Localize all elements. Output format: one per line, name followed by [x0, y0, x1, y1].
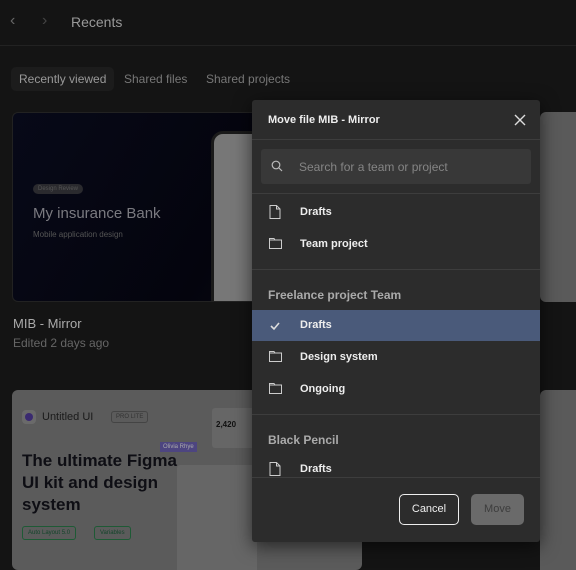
- section-title: Black Pencil: [268, 433, 339, 447]
- file-icon: [269, 205, 281, 219]
- brand-name: Untitled UI: [42, 411, 94, 423]
- pro-badge: PRO LITE: [111, 411, 149, 423]
- destination-drafts[interactable]: Drafts: [252, 197, 540, 228]
- folder-icon: [269, 383, 282, 394]
- file-card-thumbnail[interactable]: [540, 112, 576, 302]
- move-file-dialog: Move file MIB - Mirror Drafts Team proje…: [252, 100, 540, 542]
- file-card-thumbnail[interactable]: [540, 390, 576, 570]
- section-title: Freelance project Team: [268, 288, 402, 302]
- file-icon: [269, 462, 281, 476]
- chip: Auto Layout 5.0: [22, 526, 77, 540]
- search-input[interactable]: [299, 149, 524, 184]
- back-button[interactable]: ‹: [10, 12, 15, 30]
- destination-ongoing[interactable]: Ongoing: [252, 374, 540, 405]
- thumbnail-subtitle: Mobile application design: [33, 230, 123, 239]
- cancel-button[interactable]: Cancel: [399, 494, 459, 525]
- destination-freelance-drafts[interactable]: Drafts: [252, 310, 540, 341]
- chip: Variables: [94, 526, 131, 540]
- thumbnail-badge: Design Review: [33, 184, 84, 194]
- check-icon: [270, 322, 280, 331]
- folder-icon: [269, 351, 282, 362]
- tab-shared-files[interactable]: Shared files: [116, 67, 195, 91]
- tab-recently-viewed[interactable]: Recently viewed: [11, 67, 115, 91]
- thumbnail-title: My insurance Bank: [33, 205, 161, 222]
- stat-value: 2,420: [216, 420, 237, 429]
- top-bar: ‹ › Recents: [0, 0, 576, 46]
- hero-headline: The ultimate Figma UI kit and design sys…: [22, 451, 177, 514]
- folder-icon: [269, 238, 282, 249]
- page-title: Recents: [71, 14, 123, 30]
- close-icon[interactable]: [512, 112, 528, 128]
- untitled-ui-logo: [22, 410, 36, 424]
- search-box: [261, 149, 531, 184]
- search-icon: [271, 160, 283, 172]
- file-name[interactable]: MIB - Mirror: [13, 316, 82, 331]
- tab-shared-projects[interactable]: Shared projects: [198, 67, 298, 91]
- forward-button[interactable]: ›: [42, 12, 47, 30]
- dialog-title: Move file MIB - Mirror: [268, 114, 380, 126]
- move-button[interactable]: Move: [471, 494, 524, 525]
- destination-design-system[interactable]: Design system: [252, 342, 540, 373]
- destination-team-project[interactable]: Team project: [252, 229, 540, 260]
- destination-black-pencil-drafts[interactable]: Drafts: [252, 454, 540, 477]
- file-edited: Edited 2 days ago: [13, 336, 110, 350]
